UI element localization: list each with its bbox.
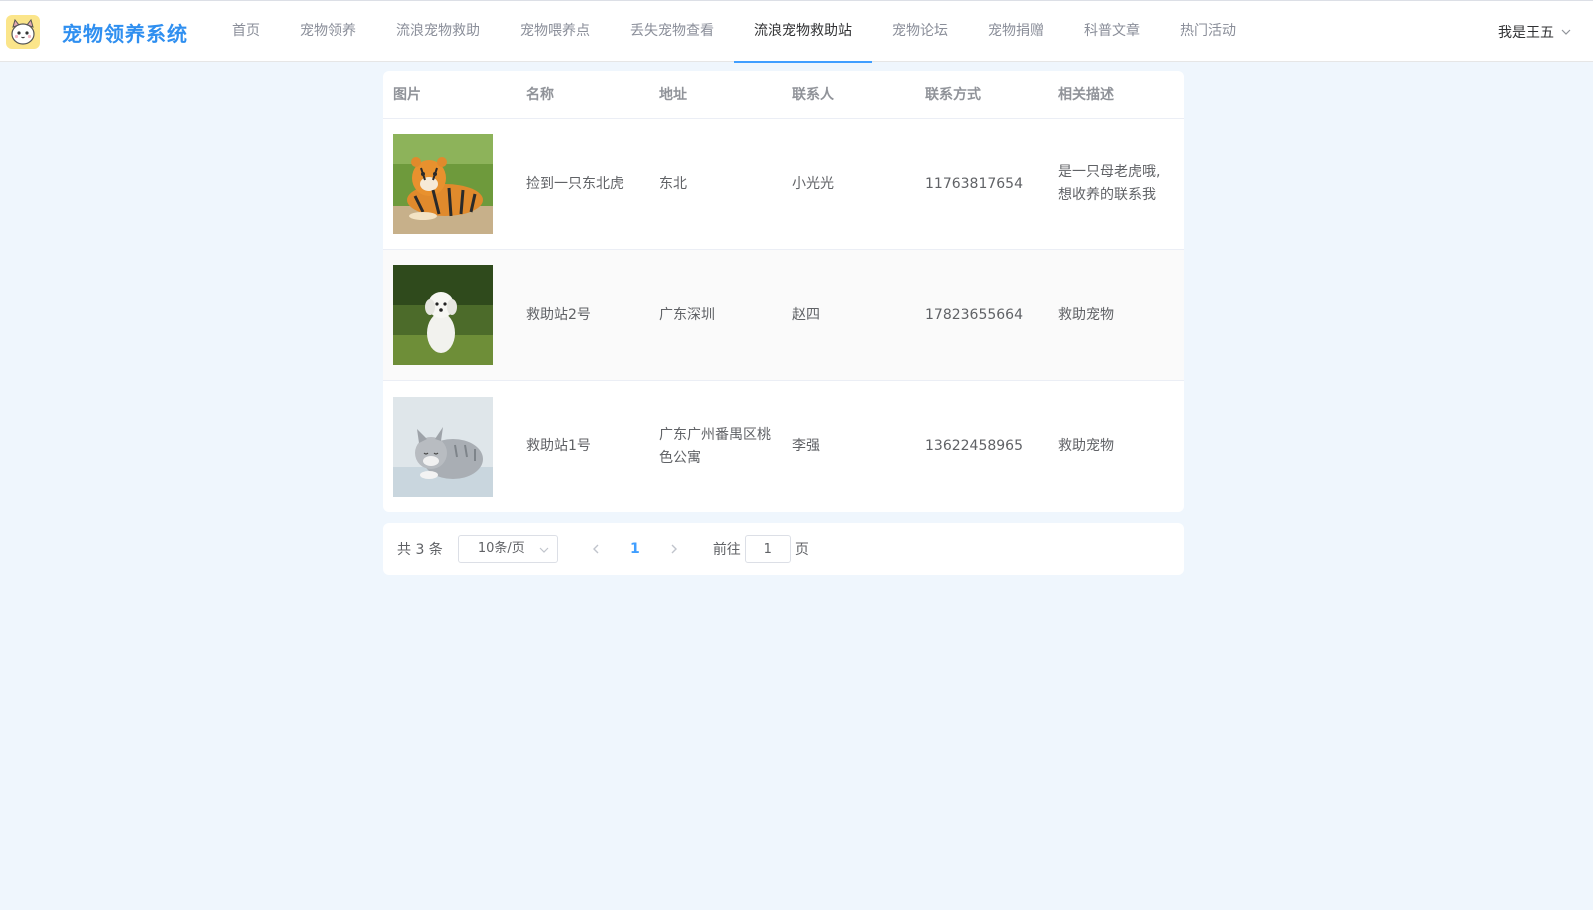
cell-phone: 13622458965 [925,438,1023,454]
chevron-left-icon [592,544,599,554]
page-size-select[interactable]: 10条/页 [457,535,558,563]
chevron-right-icon [671,544,677,554]
column-header-image: 图片 [393,87,421,103]
cell-contact: 小光光 [792,175,834,192]
description-line: 是一只母老虎哦, [1058,164,1161,180]
cell-image [383,396,516,497]
table-row: 救助站1号 广东广州番禺区桃 色公寓 李强 13622458965 救助宠物 [383,381,1184,512]
table-row: 救助站2号 广东深圳 赵四 17823655664 救助宠物 [383,250,1184,381]
nav-item-pet-adoption[interactable]: 宠物领养 [280,1,376,62]
cell-phone: 17823655664 [925,306,1023,323]
cell-description: 救助宠物 [1048,435,1184,458]
cell-contact: 赵四 [792,306,820,323]
cell-phone: 11763817654 [925,175,1023,192]
pagination: 共 3 条 10条/页 1 前往 页 [383,523,1184,575]
cell-description: 救助宠物 [1048,304,1184,327]
cell-description: 是一只母老虎哦, 想收养的联系我 [1048,161,1184,207]
nav-item-rescue-stations[interactable]: 流浪宠物救助站 [734,1,872,63]
user-name: 我是王五 [1498,25,1554,41]
chevron-down-icon [539,547,549,553]
column-header-address: 地址 [659,87,687,103]
user-dropdown[interactable]: 我是王五 [1498,22,1571,42]
nav-item-stray-rescue[interactable]: 流浪宠物救助 [376,1,500,62]
brand-title[interactable]: 宠物领养系统 [62,18,188,47]
column-header-description: 相关描述 [1058,87,1114,103]
nav-item-home[interactable]: 首页 [212,1,280,62]
nav-item-lost-pets[interactable]: 丢失宠物查看 [610,1,734,62]
grey-kitten-photo [393,396,493,497]
cell-name: 救助站1号 [526,438,591,454]
column-header-phone: 联系方式 [925,87,981,103]
description-line: 想收养的联系我 [1058,187,1156,203]
nav-item-forum[interactable]: 宠物论坛 [872,1,968,62]
nav-item-events[interactable]: 热门活动 [1160,1,1256,62]
cell-address: 东北 [659,175,687,192]
white-puppy-photo [393,265,493,365]
top-navbar: 宠物领养系统 首页 宠物领养 流浪宠物救助 宠物喂养点 丢失宠物查看 流浪宠物救… [0,0,1593,63]
nav-item-articles[interactable]: 科普文章 [1064,1,1160,62]
page-size-value: 10条/页 [477,541,525,556]
page-number-1[interactable]: 1 [611,535,659,563]
description-line: 救助宠物 [1058,438,1114,454]
nav-item-feeding-points[interactable]: 宠物喂养点 [500,1,610,62]
cell-address: 广东深圳 [659,306,715,323]
page-suffix: 页 [794,542,809,558]
column-header-name: 名称 [526,87,554,103]
cell-image [383,134,516,234]
address-line: 色公寓 [659,449,701,466]
total-count: 共 3 条 [397,542,443,558]
main-nav: 首页 宠物领养 流浪宠物救助 宠物喂养点 丢失宠物查看 流浪宠物救助站 宠物论坛… [212,1,1256,63]
goto-label: 前往 [712,542,741,558]
cell-name: 救助站2号 [526,306,591,323]
cell-image [383,265,516,365]
pet-cat-icon[interactable] [6,15,40,49]
description-line: 救助宠物 [1058,306,1114,323]
table-row: 捡到一只东北虎 东北 小光光 11763817654 是一只母老虎哦, 想收养的… [383,119,1184,250]
column-header-contact: 联系人 [792,87,834,103]
goto-page-input[interactable] [744,535,791,563]
cell-contact: 李强 [792,438,820,454]
table-header: 图片 名称 地址 联系人 联系方式 相关描述 [383,71,1184,119]
cell-name: 捡到一只东北虎 [526,175,624,192]
next-page-button[interactable] [659,535,689,563]
rescue-station-table: 图片 名称 地址 联系人 联系方式 相关描述 捡到一只东北虎 东北 小光光 11… [383,71,1184,512]
tiger-photo [393,134,493,234]
nav-item-donation[interactable]: 宠物捐赠 [968,1,1064,62]
prev-page-button[interactable] [581,535,611,563]
cell-address: 广东广州番禺区桃 色公寓 [649,424,782,470]
address-line: 广东广州番禺区桃 [659,426,771,443]
chevron-down-icon [1561,29,1571,35]
